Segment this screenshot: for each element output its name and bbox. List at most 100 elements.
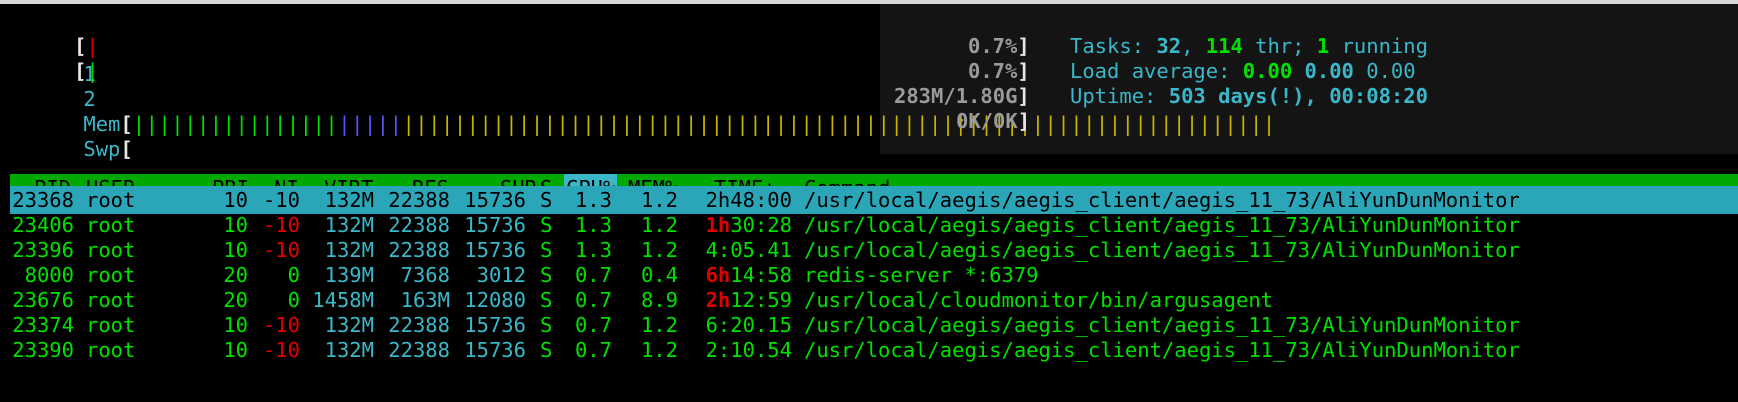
cell-ni: 0 xyxy=(287,288,300,312)
cell-command: /usr/local/aegis/aegis_client/aegis_11_7… xyxy=(804,313,1520,337)
load-average-line: Load average: 0.00 0.00 0.00 xyxy=(1070,57,1416,85)
cell-virt: 132M xyxy=(324,188,374,212)
cell-user: root xyxy=(86,188,136,212)
cell-res: 22388 xyxy=(388,213,450,237)
cell-s: S xyxy=(540,213,553,237)
cell-pri: 10 xyxy=(223,238,248,262)
cell-cpu: 1.3 xyxy=(574,188,612,212)
cell-shr: 15736 xyxy=(464,213,526,237)
cell-virt: 1458M xyxy=(312,288,374,312)
swp-value: 0K/0K xyxy=(956,109,1018,133)
cell-mem: 1.2 xyxy=(640,313,678,337)
process-row-selected[interactable]: 23368 root 10 -10 132M 22388 15736 S 1.3 1.2 2h48:… xyxy=(10,186,1738,214)
process-row[interactable]: 23396 root 10 -10 132M 22388 15736 S 1.3 1.2 4:05.… xyxy=(10,236,1738,264)
tasks-running: 1 xyxy=(1316,34,1330,58)
process-row[interactable]: 8000 root 20 0 139M 7368 3012 S 0.7 0.4 6h14:58 red… xyxy=(10,261,1738,289)
cell-pri: 10 xyxy=(223,338,248,362)
cell-pid: 23676 xyxy=(12,288,74,312)
swp-value-wrap: 0K/0K] xyxy=(956,109,1031,133)
cell-time: 6:20.15 xyxy=(705,313,792,337)
cell-s: S xyxy=(540,188,553,212)
process-row[interactable]: 23676 root 20 0 1458M 163M 12080 S 0.7 8.9 2h12:59… xyxy=(10,286,1738,314)
process-row[interactable]: 23390 root 10 -10 132M 22388 15736 S 0.7 1.2 2:10.… xyxy=(10,336,1738,364)
cell-pri: 20 xyxy=(223,288,248,312)
cell-cpu: 0.7 xyxy=(574,263,612,287)
cell-res: 22388 xyxy=(388,338,450,362)
cell-res: 7368 xyxy=(400,263,450,287)
process-row[interactable]: 23374 root 10 -10 132M 22388 15736 S 0.7 1.2 6:20.… xyxy=(10,311,1738,339)
swp-label: Swp xyxy=(83,137,121,161)
cell-cpu: 1.3 xyxy=(574,238,612,262)
cell-shr: 3012 xyxy=(476,263,526,287)
cell-pid: 23368 xyxy=(12,188,74,212)
cell-time: 6h14:58 xyxy=(705,263,792,287)
cell-s: S xyxy=(540,313,553,337)
mem-bar-cache: ||||||||||||||||||||||||||||||||||||||||… xyxy=(402,112,1276,136)
cell-res: 22388 xyxy=(388,188,450,212)
cell-mem: 1.2 xyxy=(640,213,678,237)
cell-pid: 23390 xyxy=(12,338,74,362)
tasks-running-label: running xyxy=(1341,34,1428,58)
cell-pri: 10 xyxy=(223,313,248,337)
cell-shr: 15736 xyxy=(464,338,526,362)
cell-pid: 8000 xyxy=(24,263,74,287)
cell-user: root xyxy=(86,238,136,262)
cpu1-value-wrap: 0.7%] xyxy=(968,34,1030,58)
cell-user: root xyxy=(86,288,136,312)
tasks-thr-label: thr; xyxy=(1255,34,1305,58)
cell-user: root xyxy=(86,338,136,362)
cpu1-value: 0.7% xyxy=(968,34,1018,58)
uptime-value: 503 days(!), 00:08:20 xyxy=(1168,84,1428,108)
cell-res: 22388 xyxy=(388,238,450,262)
uptime-label: Uptime: xyxy=(1070,84,1157,108)
cell-virt: 132M xyxy=(324,213,374,237)
cell-shr: 15736 xyxy=(464,188,526,212)
cell-pri: 10 xyxy=(223,188,248,212)
tasks-threads: 114 xyxy=(1205,34,1243,58)
cpu2-bar: [| xyxy=(74,59,99,83)
tasks-line: Tasks: 32, 114 thr; 1 running xyxy=(1070,34,1428,58)
cell-cpu: 0.7 xyxy=(574,338,612,362)
cell-shr: 15736 xyxy=(464,313,526,337)
cell-pri: 10 xyxy=(223,213,248,237)
load-1min: 0.00 xyxy=(1242,59,1293,83)
tasks-label: Tasks: xyxy=(1070,34,1145,58)
cell-ni: -10 xyxy=(262,188,300,212)
cell-ni: -10 xyxy=(262,238,300,262)
cell-pri: 20 xyxy=(223,263,248,287)
cell-s: S xyxy=(540,238,553,262)
cell-pid: 23396 xyxy=(12,238,74,262)
cell-res: 163M xyxy=(400,288,450,312)
cell-mem: 1.2 xyxy=(640,238,678,262)
cell-mem: 1.2 xyxy=(640,188,678,212)
cell-pid: 23406 xyxy=(12,213,74,237)
mem-value: 283M/1.80G xyxy=(894,84,1018,108)
load-label: Load average: xyxy=(1070,59,1231,83)
cell-res: 22388 xyxy=(388,313,450,337)
cell-command: /usr/local/aegis/aegis_client/aegis_11_7… xyxy=(804,213,1520,237)
cell-mem: 8.9 xyxy=(640,288,678,312)
cell-time: 4:05.41 xyxy=(705,238,792,262)
cpu2-bar-fill: | xyxy=(86,59,99,83)
cell-ni: -10 xyxy=(262,313,300,337)
load-5min: 0.00 xyxy=(1304,59,1354,83)
cell-virt: 132M xyxy=(324,338,374,362)
cell-command: redis-server *:6379 xyxy=(804,263,1039,287)
cell-s: S xyxy=(540,338,553,362)
cell-virt: 139M xyxy=(324,263,374,287)
cell-cpu: 1.3 xyxy=(574,213,612,237)
cell-time: 2:10.54 xyxy=(705,338,792,362)
mem-value-wrap: 283M/1.80G] xyxy=(894,84,1030,108)
cell-s: S xyxy=(540,263,553,287)
load-15min: 0.00 xyxy=(1366,59,1416,83)
cell-user: root xyxy=(86,263,136,287)
cell-ni: 0 xyxy=(287,263,300,287)
htop-terminal: 1 [| 0.7%] 2 [| 0.7%] Mem[||||||||||||||… xyxy=(0,0,1738,402)
cpu2-value-wrap: 0.7%] xyxy=(968,59,1030,83)
cell-virt: 132M xyxy=(324,238,374,262)
process-row[interactable]: 23406 root 10 -10 132M 22388 15736 S 1.3 1.2 1h30:… xyxy=(10,211,1738,239)
mem-bar-used: |||||||||||||||| xyxy=(132,112,339,136)
cell-time: 1h30:28 xyxy=(705,213,792,237)
cell-command: /usr/local/cloudmonitor/bin/argusagent xyxy=(804,288,1273,312)
tasks-count: 32 xyxy=(1156,34,1182,58)
